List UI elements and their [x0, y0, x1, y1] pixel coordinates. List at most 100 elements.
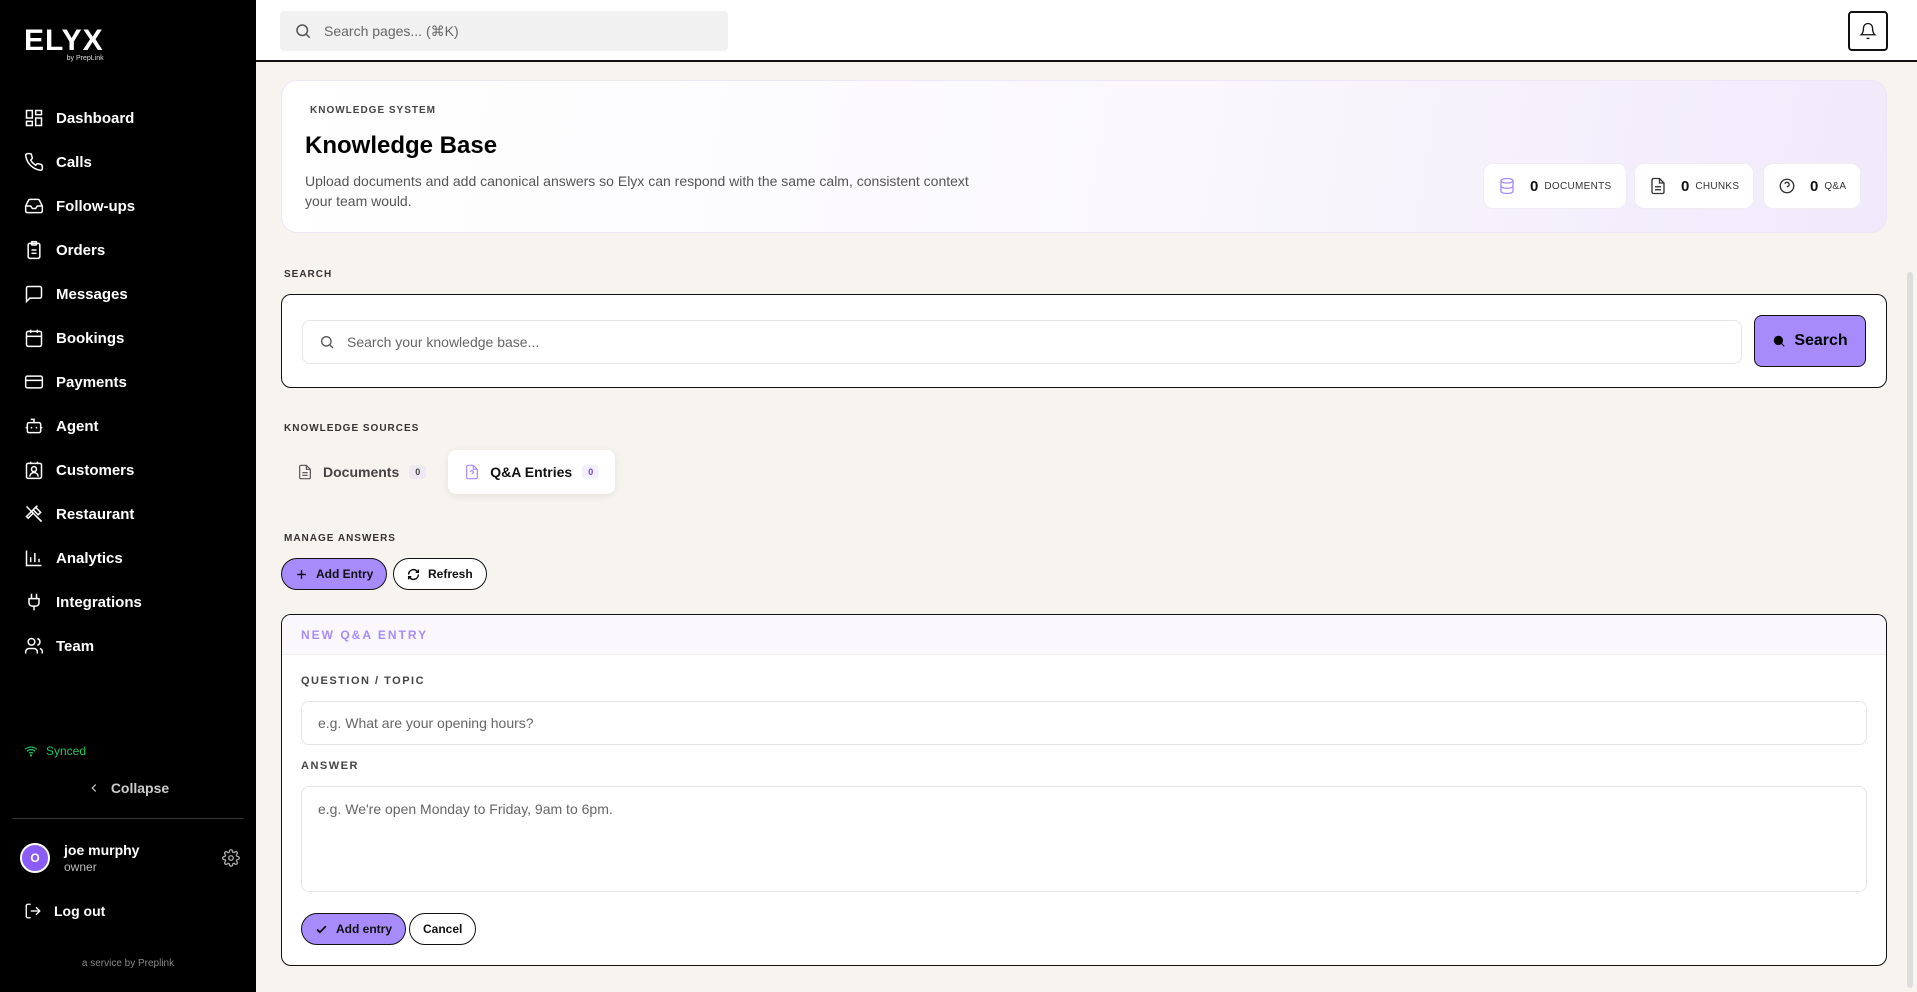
search-section-label: SEARCH [284, 269, 333, 280]
users-icon [24, 637, 44, 654]
collapse-button[interactable]: Collapse [0, 780, 256, 796]
source-tabs: Documents 0 Q&A Entries 0 [281, 450, 621, 494]
sidebar-item-integrations[interactable]: Integrations [0, 580, 256, 624]
logo[interactable]: ELYX by PrepLink [24, 24, 104, 63]
sidebar-item-orders[interactable]: Orders [0, 228, 256, 272]
search-icon [296, 24, 311, 39]
sidebar-item-agent[interactable]: Agent [0, 404, 256, 448]
sidebar-item-customers[interactable]: Customers [0, 448, 256, 492]
refresh-label: Refresh [428, 567, 473, 581]
file-text-icon [299, 464, 311, 480]
sidebar-item-label: Team [56, 637, 95, 655]
tab-documents[interactable]: Documents 0 [281, 450, 442, 494]
stat-chunks: 0 CHUNKS [1634, 163, 1755, 209]
service-credit: a service by Preplink [81, 958, 175, 969]
top-header: Search pages... (⌘K) [256, 0, 1917, 62]
help-circle-icon [1779, 178, 1795, 194]
user-info: joe murphy owner [64, 842, 139, 874]
sidebar-item-label: Dashboard [56, 109, 135, 127]
sidebar-item-label: Messages [56, 285, 128, 303]
sidebar-item-label: Integrations [56, 593, 142, 611]
cancel-label: Cancel [423, 922, 463, 936]
sidebar-item-restaurant[interactable]: Restaurant [0, 492, 256, 536]
logout-button[interactable]: Log out [24, 902, 105, 920]
user-profile: O joe murphy owner [20, 842, 240, 874]
check-icon [316, 925, 327, 933]
sidebar-item-payments[interactable]: Payments [0, 360, 256, 404]
scrollbar[interactable] [1907, 272, 1913, 988]
phone-icon [25, 152, 44, 171]
chevron-left-icon [91, 784, 96, 792]
sidebar-item-dashboard[interactable]: Dashboard [0, 96, 256, 140]
tab-qa-entries-count: 0 [582, 465, 600, 479]
bar-chart-icon [25, 550, 42, 567]
question-input[interactable]: e.g. What are your opening hours? [301, 701, 1867, 745]
tab-qa-entries-label: Q&A Entries [490, 464, 573, 480]
hero-eyebrow: KNOWLEDGE SYSTEM [310, 105, 437, 116]
avatar[interactable]: O [20, 843, 50, 873]
stat-documents: 0 DOCUMENTS [1483, 163, 1627, 209]
stat-chunks-value: 0 [1681, 177, 1690, 195]
submit-entry-button[interactable]: Add entry [301, 913, 407, 945]
sidebar-item-label: Calls [56, 153, 92, 171]
sources-section-label: KNOWLEDGE SOURCES [284, 423, 420, 434]
sidebar-item-calls[interactable]: Calls [0, 140, 256, 184]
search-button-label: Search [1794, 332, 1848, 349]
page-search-placeholder: Search pages... (⌘K) [324, 22, 459, 39]
sidebar-item-team[interactable]: Team [0, 624, 256, 668]
tab-documents-label: Documents [323, 464, 400, 480]
sidebar-item-bookings[interactable]: Bookings [0, 316, 256, 360]
add-entry-label: Add Entry [316, 567, 374, 581]
question-placeholder: e.g. What are your opening hours? [318, 715, 534, 731]
logout-icon [25, 903, 41, 919]
sidebar-item-label: Bookings [56, 329, 125, 347]
stat-qa-label: Q&A [1824, 180, 1847, 192]
add-entry-button[interactable]: Add Entry [281, 558, 388, 590]
search-button[interactable]: Search [1754, 315, 1866, 367]
sidebar-nav: Dashboard Calls Follow-ups Orders Messag… [0, 96, 256, 668]
sidebar-item-label: Follow-ups [56, 197, 136, 215]
knowledge-search-input[interactable]: Search your knowledge base... [302, 320, 1742, 364]
sidebar-item-label: Analytics [56, 549, 123, 567]
user-name: joe murphy [64, 842, 140, 858]
bot-icon [25, 418, 43, 434]
sidebar: ELYX by PrepLink Dashboard Calls Follow-… [0, 0, 256, 992]
search-icon [1774, 335, 1785, 347]
wifi-icon [24, 746, 38, 757]
notifications-button[interactable] [1848, 11, 1888, 51]
sync-status-label: Synced [46, 744, 87, 758]
refresh-button[interactable]: Refresh [393, 558, 487, 590]
logo-text: ELYX [24, 24, 104, 57]
file-question-icon [466, 464, 479, 480]
stat-chunks-label: CHUNKS [1695, 180, 1740, 192]
page-description: Upload documents and add canonical answe… [305, 173, 969, 209]
calendar-icon [25, 329, 43, 348]
form-title: NEW Q&A ENTRY [282, 615, 1886, 655]
database-icon [1500, 177, 1514, 195]
sidebar-divider [12, 818, 244, 819]
collapse-label: Collapse [110, 780, 170, 796]
sidebar-item-label: Customers [56, 461, 135, 479]
search-icon [321, 336, 334, 349]
answer-textarea[interactable]: e.g. We're open Monday to Friday, 9am to… [301, 786, 1867, 892]
sidebar-item-label: Payments [56, 373, 127, 391]
gear-icon[interactable] [222, 849, 240, 867]
cancel-button[interactable]: Cancel [409, 913, 477, 945]
answer-placeholder: e.g. We're open Monday to Friday, 9am to… [318, 801, 613, 817]
sidebar-item-messages[interactable]: Messages [0, 272, 256, 316]
refresh-icon [407, 568, 420, 580]
stat-qa-value: 0 [1810, 177, 1819, 195]
plug-icon [28, 593, 40, 611]
knowledge-hero: KNOWLEDGE SYSTEM Knowledge Base Upload d… [281, 80, 1887, 233]
new-qa-form: NEW Q&A ENTRY QUESTION / TOPIC e.g. What… [281, 614, 1887, 966]
sidebar-item-follow-ups[interactable]: Follow-ups [0, 184, 256, 228]
knowledge-search-placeholder: Search your knowledge base... [347, 334, 540, 350]
sidebar-item-label: Agent [56, 417, 99, 435]
tab-qa-entries[interactable]: Q&A Entries 0 [448, 450, 616, 494]
file-text-icon [1651, 177, 1665, 195]
sidebar-item-analytics[interactable]: Analytics [0, 536, 256, 580]
page-search-input[interactable]: Search pages... (⌘K) [280, 11, 728, 51]
question-label: QUESTION / TOPIC [301, 675, 426, 687]
tab-documents-count: 0 [409, 465, 427, 479]
credit-card-icon [24, 375, 44, 389]
